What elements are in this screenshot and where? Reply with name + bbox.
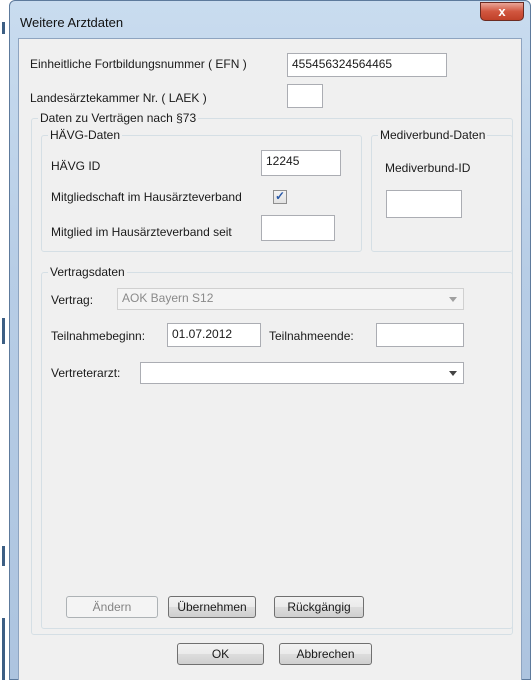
- vertraege-group: Daten zu Verträgen nach §73 HÄVG-Daten H…: [31, 111, 513, 635]
- laek-input[interactable]: [287, 84, 323, 108]
- strip-mark: [2, 618, 5, 680]
- vertragsdaten-group: Vertragsdaten Vertrag: AOK Bayern S12 Te…: [41, 265, 513, 629]
- dialog-window: Weitere Arztdaten x Einheitliche Fortbil…: [9, 0, 531, 680]
- start-input[interactable]: 01.07.2012: [167, 323, 261, 347]
- ok-button[interactable]: OK: [177, 643, 264, 665]
- strip-mark: [2, 318, 5, 344]
- window-title: Weitere Arztdaten: [20, 15, 124, 30]
- haevg-id-input[interactable]: 12245: [261, 150, 341, 176]
- since-input[interactable]: [261, 215, 335, 241]
- vertrag-value: AOK Bayern S12: [122, 291, 214, 305]
- start-label: Teilnahmebeginn:: [51, 329, 146, 343]
- vertreter-select[interactable]: [140, 362, 464, 384]
- haevg-group-title: HÄVG-Daten: [48, 128, 123, 142]
- vertraege-group-title: Daten zu Verträgen nach §73: [38, 111, 199, 125]
- efn-input[interactable]: 455456324564465: [287, 53, 447, 77]
- close-button[interactable]: x: [480, 2, 524, 21]
- chevron-down-icon: [449, 297, 457, 302]
- uebernehmen-button[interactable]: Übernehmen: [168, 596, 256, 618]
- background-left-strip: [0, 0, 9, 680]
- haevg-id-label: HÄVG ID: [51, 159, 101, 173]
- membership-checkbox[interactable]: ✓: [273, 189, 287, 204]
- dialog-client-area: Einheitliche Fortbildungsnummer ( EFN ) …: [18, 38, 522, 680]
- abbrechen-button[interactable]: Abbrechen: [279, 643, 372, 665]
- efn-label: Einheitliche Fortbildungsnummer ( EFN ): [30, 57, 247, 71]
- aendern-button[interactable]: Ändern: [66, 596, 158, 618]
- haevg-group: HÄVG-Daten HÄVG ID 12245 Mitgliedschaft …: [41, 128, 362, 252]
- mediverbund-id-label: Mediverbund-ID: [385, 161, 471, 175]
- rueckgaengig-button[interactable]: Rückgängig: [274, 596, 364, 618]
- mediverbund-group: Mediverbund-Daten Mediverbund-ID: [371, 128, 513, 252]
- mediverbund-group-title: Mediverbund-Daten: [378, 128, 488, 142]
- end-input[interactable]: [376, 323, 464, 347]
- vertrag-label: Vertrag:: [51, 293, 94, 307]
- vertrag-select[interactable]: AOK Bayern S12: [117, 288, 464, 310]
- laek-label: Landesärztekammer Nr. ( LAEK ): [30, 91, 207, 105]
- mediverbund-id-input[interactable]: [386, 190, 462, 218]
- strip-mark: [2, 546, 5, 566]
- chevron-down-icon: [449, 371, 457, 376]
- checkmark-icon: ✓: [275, 189, 286, 203]
- membership-label: Mitgliedschaft im Hausärzteverband: [51, 190, 242, 204]
- end-label: Teilnahmeende:: [269, 329, 354, 343]
- close-icon: x: [498, 4, 506, 19]
- vertreter-label: Vertreterarzt:: [51, 366, 121, 380]
- since-label: Mitglied im Hausärzteverband seit: [51, 225, 232, 239]
- strip-mark: [2, 22, 5, 34]
- vertragsdaten-group-title: Vertragsdaten: [48, 265, 127, 279]
